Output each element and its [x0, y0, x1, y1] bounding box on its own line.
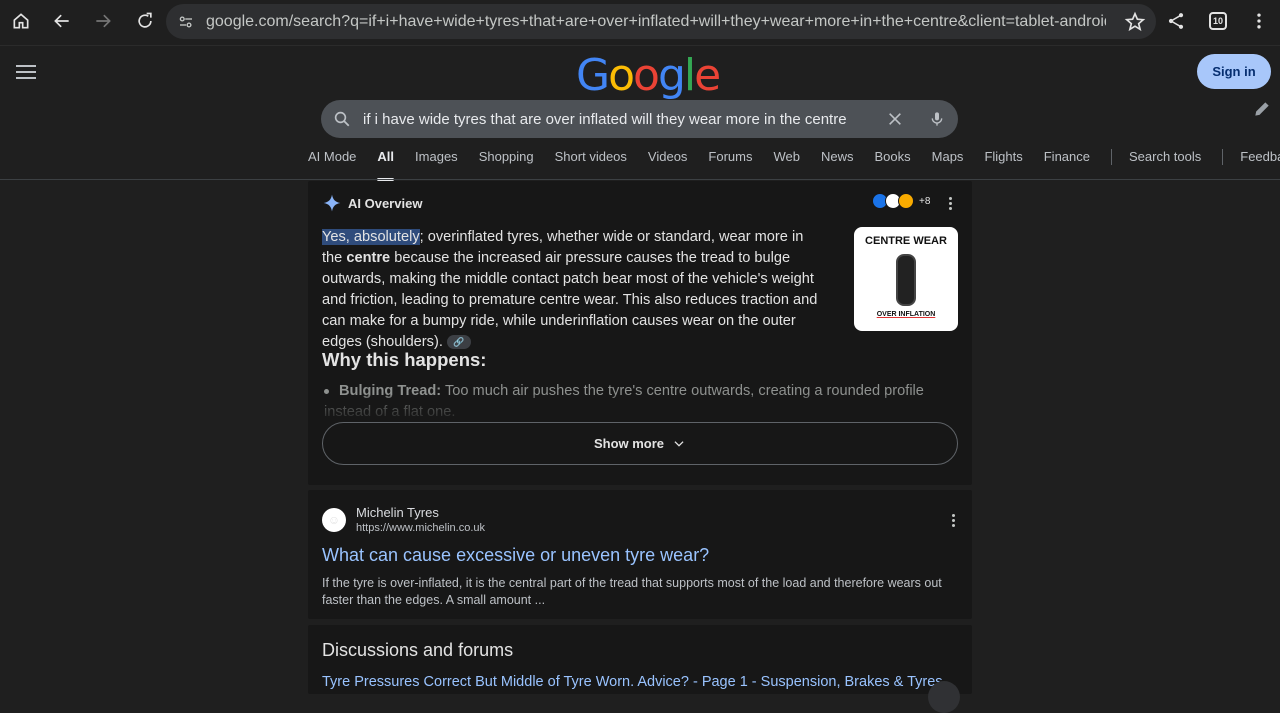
sparkle-icon [323, 194, 341, 212]
search-tabs: AI Mode All Images Shopping Short videos… [308, 149, 1280, 181]
tab-flights[interactable]: Flights [984, 149, 1022, 175]
answer-bold-word: centre [346, 250, 391, 266]
tab-shopping[interactable]: Shopping [479, 149, 534, 175]
ai-overview-header: AI Overview [322, 193, 422, 213]
result-url[interactable]: https://www.michelin.co.uk [356, 522, 485, 534]
tyre-image [896, 254, 916, 306]
michelin-favicon: ☺ [322, 508, 346, 532]
result-title-link[interactable]: What can cause excessive or uneven tyre … [322, 545, 709, 566]
microphone-icon[interactable] [916, 100, 958, 138]
tab-all[interactable]: All [377, 149, 394, 181]
tab-maps[interactable]: Maps [932, 149, 964, 175]
home-icon[interactable] [7, 7, 35, 35]
thumbnail-title: CENTRE WEAR [865, 235, 947, 247]
ai-overview-text: Yes, absolutely; overinflated tyres, whe… [322, 227, 822, 353]
discussions-heading: Discussions and forums [322, 640, 514, 660]
share-icon[interactable] [1162, 7, 1190, 35]
tab-forums[interactable]: Forums [708, 149, 752, 175]
clear-icon[interactable] [874, 100, 916, 138]
url-text[interactable]: google.com/search?q=if+i+have+wide+tyres… [206, 13, 1106, 31]
tab-web[interactable]: Web [773, 149, 800, 175]
thumbnail-caption: OVER INFLATION [876, 311, 936, 318]
result-snippet: If the tyre is over-inflated, it is the … [322, 576, 942, 607]
menu-icon[interactable] [16, 65, 36, 79]
sign-in-button[interactable]: Sign in [1197, 54, 1271, 89]
site-settings-icon[interactable] [166, 4, 206, 39]
tabs-divider [1110, 149, 1112, 165]
bookmark-star-icon[interactable] [1124, 11, 1146, 33]
show-more-button[interactable]: Show more [322, 422, 958, 465]
back-icon[interactable] [48, 7, 76, 35]
tab-switcher-button[interactable]: 10 [1209, 12, 1227, 30]
tab-finance[interactable]: Finance [1044, 149, 1090, 175]
why-heading: Why this happens: [322, 349, 487, 370]
tabs-separator-line [0, 179, 1280, 180]
bullet-dot [324, 388, 329, 394]
forward-icon[interactable] [89, 7, 117, 35]
answer-text: because the increased air pressure cause… [322, 250, 818, 350]
browser-menu-icon[interactable] [1245, 7, 1273, 35]
search-box[interactable]: if i have wide tyres that are over infla… [321, 100, 958, 138]
ai-overview-label: AI Overview [348, 195, 423, 211]
address-bar[interactable]: google.com/search?q=if+i+have+wide+tyres… [166, 4, 1156, 39]
search-tools-button[interactable]: Search tools [1129, 149, 1201, 175]
tab-videos[interactable]: Videos [648, 149, 688, 175]
browser-toolbar: google.com/search?q=if+i+have+wide+tyres… [0, 0, 1280, 46]
forum-thread-link[interactable]: Tyre Pressures Correct But Middle of Tyr… [322, 674, 943, 690]
more-options-icon[interactable] [942, 193, 958, 213]
result-site-name[interactable]: Michelin Tyres [356, 505, 439, 520]
ai-sources-stack[interactable]: +8 [872, 193, 930, 209]
reload-icon[interactable] [131, 7, 159, 35]
tabs-divider [1222, 149, 1224, 165]
expand-arrow-button[interactable] [928, 681, 960, 713]
show-more-label: Show more [593, 436, 665, 451]
tab-short-videos[interactable]: Short videos [555, 149, 627, 175]
feedback-link[interactable]: Feedback [1240, 149, 1280, 175]
tab-news[interactable]: News [821, 149, 854, 175]
centre-wear-thumbnail[interactable]: CENTRE WEAR OVER INFLATION [854, 227, 958, 331]
tab-images[interactable]: Images [415, 149, 458, 175]
search-icon [321, 110, 363, 128]
highlighted-answer: Yes, absolutely [322, 229, 420, 245]
google-logo[interactable]: Google [576, 50, 721, 101]
edit-pencil-icon[interactable] [1252, 99, 1272, 119]
search-input[interactable]: if i have wide tyres that are over infla… [363, 111, 874, 128]
source-favicon [898, 193, 914, 209]
search-result: ☺ Michelin Tyres https://www.michelin.co… [308, 490, 972, 619]
text-fade-overlay [308, 395, 972, 425]
tab-books[interactable]: Books [875, 149, 911, 175]
chevron-down-icon [674, 440, 684, 447]
citation-link-icon[interactable]: 🔗 [446, 335, 471, 350]
search-results-page: Google Sign in if i have wide tyres that… [0, 47, 1280, 713]
result-more-options-icon[interactable] [945, 510, 961, 530]
tab-ai-mode[interactable]: AI Mode [308, 149, 356, 175]
discussions-forums-card: Discussions and forums Tyre Pressures Co… [308, 625, 972, 713]
ai-overview-card: AI Overview +8 Yes, absolutely; overinfl… [308, 181, 972, 485]
sources-more-count: +8 [919, 195, 931, 207]
